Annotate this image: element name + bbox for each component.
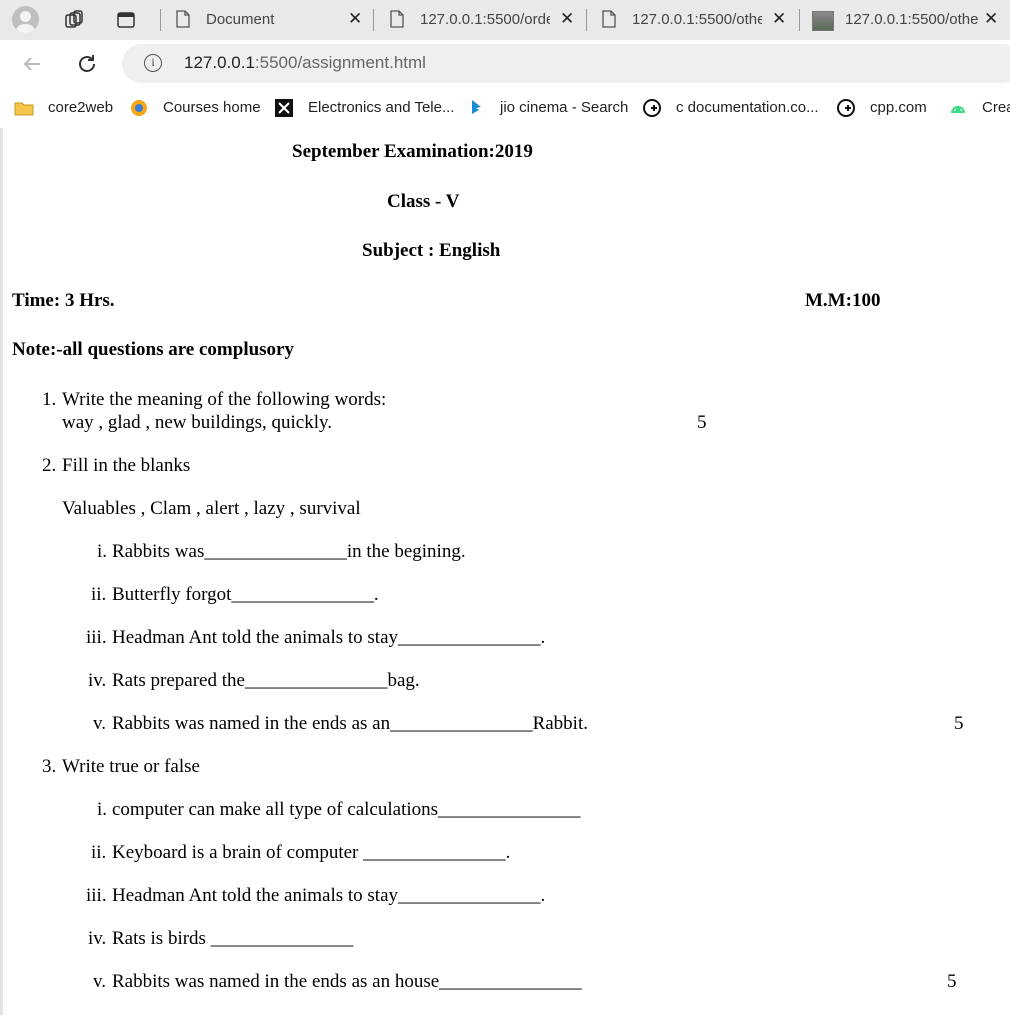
item-number: v. [93, 971, 107, 992]
back-arrow-icon[interactable] [20, 52, 44, 76]
url-text[interactable]: 127.0.0.1:5500/assignment.html [184, 53, 426, 73]
tab-other-2[interactable]: 127.0.0.1:5500/othe ✕ [812, 0, 1010, 40]
class-heading: Class - V [387, 191, 460, 212]
close-icon[interactable]: ✕ [984, 9, 998, 29]
image-thumbnail-icon [812, 11, 834, 31]
item-number: iii. [86, 627, 107, 648]
item-number: v. [93, 713, 107, 734]
item-number: ii. [91, 584, 107, 605]
question-number: 3. [42, 756, 57, 777]
tab-title: 127.0.0.1:5500/othe [632, 11, 762, 28]
page-viewport: September Examination:2019 Class - V Sub… [0, 128, 1010, 1015]
question-number: 2. [42, 455, 57, 476]
tab-title: 127.0.0.1:5500/orde [420, 11, 550, 28]
note-text: Note:-all questions are complusory [12, 339, 294, 360]
tab-separator [799, 9, 800, 31]
bookmarks-bar: core2web Courses home Electronics and Te… [0, 88, 1010, 128]
cplusplus-icon [643, 99, 661, 117]
question-3-marks: 5 [947, 971, 957, 992]
android-icon [951, 106, 965, 113]
question-number: 1. [42, 389, 57, 410]
page-icon [176, 10, 190, 28]
true-false-item: Headman Ant told the animals to stay____… [112, 885, 546, 906]
item-number: i. [97, 799, 108, 820]
exam-title: September Examination:2019 [292, 141, 533, 162]
item-number: i. [97, 541, 108, 562]
site-info-icon[interactable]: i [144, 54, 162, 72]
electronics-icon [275, 99, 293, 117]
tab-separator [373, 9, 374, 31]
close-icon[interactable]: ✕ [772, 9, 786, 29]
tab-title: 127.0.0.1:5500/othe [845, 11, 979, 28]
item-number: ii. [91, 842, 107, 863]
tab-separator [160, 9, 161, 31]
refresh-icon[interactable] [75, 52, 99, 76]
tab-title: Document [206, 11, 275, 28]
collections-icon[interactable] [64, 10, 84, 30]
question-2-text: Fill in the blanks [62, 455, 191, 476]
page-icon [390, 10, 404, 28]
fill-blank-item: Rabbits was named in the ends as an_____… [112, 713, 588, 734]
question-3-text: Write true or false [62, 756, 200, 777]
tab-separator [586, 9, 587, 31]
true-false-item: Rats is birds _______________ [112, 928, 354, 949]
question-2-marks: 5 [954, 713, 964, 734]
max-marks-label: M.M:100 [805, 290, 881, 311]
time-label: Time: 3 Hrs. [12, 290, 115, 311]
fill-blank-item: Butterfly forgot_______________. [112, 584, 379, 605]
subject-heading: Subject : English [362, 240, 501, 261]
bing-icon [472, 100, 481, 114]
item-number: iv. [88, 928, 107, 949]
true-false-item: Rabbits was named in the ends as an hous… [112, 971, 582, 992]
question-1-text: Write the meaning of the following words… [62, 389, 387, 410]
true-false-item: computer can make all type of calculatio… [112, 799, 581, 820]
question-1-words: way , glad , new buildings, quickly. [62, 412, 333, 433]
tab-other-1[interactable]: 127.0.0.1:5500/othe ✕ [602, 0, 798, 40]
profile-avatar-icon[interactable] [12, 6, 39, 33]
courses-icon [131, 100, 147, 116]
tab-order[interactable]: 127.0.0.1:5500/orde ✕ [390, 0, 586, 40]
close-icon[interactable]: ✕ [348, 9, 362, 29]
true-false-item: Keyboard is a brain of computer ________… [112, 842, 511, 863]
item-number: iv. [88, 670, 107, 691]
question-2-options: Valuables , Clam , alert , lazy , surviv… [62, 498, 361, 519]
page-icon [602, 10, 616, 28]
tab-actions-icon[interactable] [116, 10, 136, 30]
fill-blank-item: Rabbits was_______________in the beginin… [112, 541, 466, 562]
item-number: iii. [86, 885, 107, 906]
close-icon[interactable]: ✕ [560, 9, 574, 29]
fill-blank-item: Headman Ant told the animals to stay____… [112, 627, 546, 648]
cplusplus-icon [837, 99, 855, 117]
question-1-marks: 5 [697, 412, 707, 433]
tab-document[interactable]: Document ✕ [176, 0, 372, 40]
tab-strip: Document ✕ 127.0.0.1:5500/orde ✕ 127.0.0… [0, 0, 1010, 40]
fill-blank-item: Rats prepared the_______________bag. [112, 670, 420, 691]
folder-icon [14, 102, 34, 116]
